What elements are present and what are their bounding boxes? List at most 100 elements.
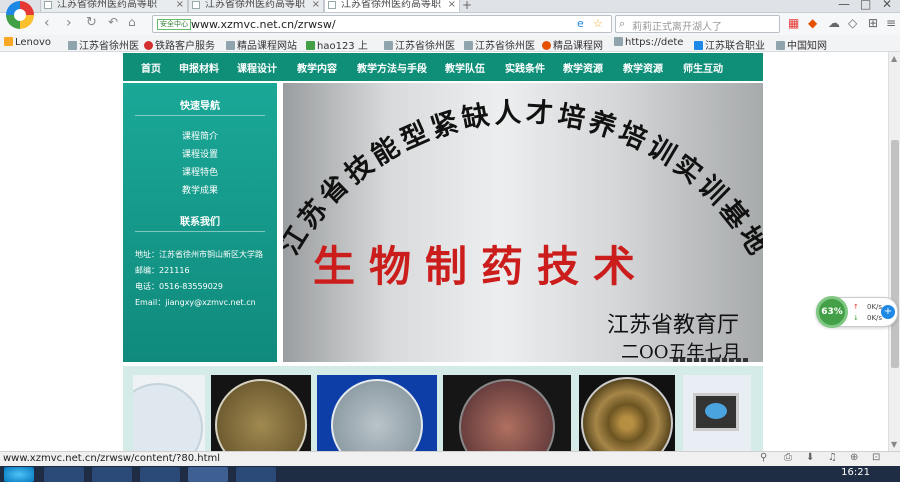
close-tab-icon[interactable]: × [448, 0, 456, 10]
back-icon[interactable]: ‹ [44, 15, 50, 31]
course-icon [542, 41, 551, 50]
bookmark-item[interactable]: Lenovo [4, 37, 51, 48]
tab-favicon-icon [328, 1, 336, 9]
status-tool-icon[interactable]: ⬇ [806, 452, 814, 463]
bookmark-item[interactable]: 铁路客户服务 [144, 37, 215, 52]
nav-course-design[interactable]: 课程设计 [237, 60, 277, 75]
bookmark-item[interactable]: 江苏省徐州医 [68, 37, 139, 52]
taskbar-app[interactable] [92, 467, 132, 482]
link-course-intro[interactable]: 课程简介 [123, 129, 277, 142]
search-box[interactable]: ⌕ 莉莉正式离开湖人了 [615, 15, 780, 33]
contact-email[interactable]: Email：jiangxy@xzmvc.net.cn [135, 297, 256, 308]
nav-teaching-content[interactable]: 教学内容 [297, 60, 337, 75]
page-icon [776, 41, 785, 50]
zoom-icon[interactable]: ⊡ [872, 452, 880, 463]
slider-dot[interactable] [722, 358, 727, 362]
bookmark-item[interactable]: hao123 上 [306, 37, 368, 52]
bookmark-item[interactable]: https://dete [614, 37, 683, 48]
minimize-icon[interactable]: — [838, 0, 850, 11]
tab-3-active[interactable]: 江苏省徐州医药高等职 × [324, 0, 460, 13]
link-teaching-results[interactable]: 教学成果 [123, 183, 277, 196]
scroll-thumb[interactable] [891, 140, 899, 368]
slider-dot[interactable] [736, 358, 741, 362]
apps-icon[interactable]: ▦ [788, 16, 799, 30]
grid-menu-icon[interactable]: ⊞ [868, 16, 878, 30]
page-icon [464, 41, 473, 50]
petri-dish-image[interactable] [211, 375, 311, 451]
slider-dot[interactable] [729, 358, 734, 362]
window-close-icon[interactable]: ✕ [882, 0, 892, 11]
link-course-features[interactable]: 课程特色 [123, 165, 277, 178]
bookmark-item[interactable]: 精品课程网 [542, 37, 603, 52]
scroll-up-icon[interactable]: ▲ [891, 54, 897, 63]
petri-dish-image[interactable] [133, 375, 205, 451]
nav-interaction[interactable]: 师生互动 [683, 60, 723, 75]
status-tool-icon[interactable]: ⊕ [850, 452, 858, 463]
security-badge[interactable]: 安全中心 [157, 19, 191, 30]
nav-teaching-methods[interactable]: 教学方法与手段 [357, 60, 427, 75]
lab-equipment-image[interactable] [683, 375, 751, 451]
slider-dot[interactable] [743, 358, 748, 362]
taskbar-app[interactable] [44, 467, 84, 482]
status-tool-icon[interactable]: ⚲ [760, 452, 767, 463]
nav-teaching-team[interactable]: 教学队伍 [445, 60, 485, 75]
favorite-star-icon[interactable]: ☆ [593, 17, 603, 30]
forward-icon[interactable]: › [66, 15, 72, 31]
bookmark-item[interactable]: 精品课程网站 [226, 37, 297, 52]
undo-icon[interactable]: ↶ [108, 15, 118, 29]
search-placeholder: 莉莉正式离开湖人了 [632, 22, 722, 33]
slider-dot[interactable] [687, 358, 692, 362]
network-speed-widget[interactable]: 63% ↑ 0K/s ↓ 0K/s + [816, 296, 898, 328]
quick-nav-sidebar: 快速导航 课程简介 课程设置 课程特色 教学成果 联系我们 地址：江苏省徐州市铜… [123, 83, 277, 362]
taskbar-app[interactable] [140, 467, 180, 482]
slider-dot[interactable] [708, 358, 713, 362]
banner-plaque: 江苏省技能型紧缺人才培养培训实训基地 生物制药技术 江苏省教育厅 二OO五年七月 [283, 83, 763, 362]
memory-usage-ring[interactable]: 63% [816, 296, 848, 328]
petri-dish-image[interactable] [317, 375, 437, 451]
nav-practice-conditions[interactable]: 实践条件 [505, 60, 545, 75]
reload-icon[interactable]: ↻ [86, 15, 97, 30]
nav-teaching-resources[interactable]: 教学资源 [563, 60, 603, 75]
quick-nav-title: 快速导航 [180, 101, 220, 112]
bookmark-item[interactable]: 中国知网 [776, 37, 827, 52]
tab-1[interactable]: 江苏省徐州医药高等职 × [40, 0, 188, 13]
slider-dot[interactable] [694, 358, 699, 362]
link-course-setup[interactable]: 课程设置 [123, 147, 277, 160]
tab-2[interactable]: 江苏省徐州医药高等职 × [188, 0, 324, 13]
fox-icon[interactable]: ◆ [808, 16, 817, 30]
petri-dish-image[interactable] [443, 375, 571, 451]
cloud-icon[interactable]: ☁ [828, 16, 840, 30]
status-tool-icon[interactable]: ⎙ [784, 452, 792, 463]
start-button[interactable] [4, 467, 34, 482]
new-tab-icon[interactable]: + [462, 0, 472, 12]
address-bar[interactable]: 安全中心 www.xzmvc.net.cn/zrwsw/ e ☆ [152, 15, 612, 33]
home-icon[interactable]: ⌂ [128, 15, 136, 29]
slider-dot[interactable] [673, 358, 678, 362]
taskbar-app[interactable] [236, 467, 276, 482]
nav-home[interactable]: 首页 [141, 60, 161, 75]
status-tool-icon[interactable]: ♫ [828, 452, 837, 463]
bookmark-item[interactable]: 江苏省徐州医 [384, 37, 455, 52]
taskbar-clock[interactable]: 16:21 [841, 467, 870, 478]
scroll-down-icon[interactable]: ▼ [891, 440, 897, 449]
maximize-icon[interactable]: □ [860, 0, 871, 11]
slider-dot[interactable] [715, 358, 720, 362]
plaque-arc-char: 才 [525, 97, 554, 131]
browser-logo-icon[interactable] [6, 1, 34, 29]
ie-mode-icon[interactable]: e [577, 17, 584, 30]
close-tab-icon[interactable]: × [176, 0, 184, 10]
accelerate-plus-icon[interactable]: + [881, 305, 895, 319]
vertical-scrollbar[interactable]: ▲ ▼ [888, 52, 900, 451]
nav-materials[interactable]: 申报材料 [179, 60, 219, 75]
nav-teaching-resources-2[interactable]: 教学资源 [623, 60, 663, 75]
address-url[interactable]: www.xzmvc.net.cn/zrwsw/ [191, 18, 336, 31]
petri-dish-image[interactable] [579, 375, 675, 451]
slider-dot[interactable] [680, 358, 685, 362]
slider-dot[interactable] [701, 358, 706, 362]
bookmark-item[interactable]: 江苏联合职业 [694, 37, 765, 52]
shield-icon[interactable]: ◇ [848, 16, 857, 30]
close-tab-icon[interactable]: × [312, 0, 320, 10]
taskbar-app-browser[interactable] [188, 467, 228, 482]
menu-icon[interactable]: ≡ [886, 16, 896, 30]
bookmark-item[interactable]: 江苏省徐州医 [464, 37, 535, 52]
